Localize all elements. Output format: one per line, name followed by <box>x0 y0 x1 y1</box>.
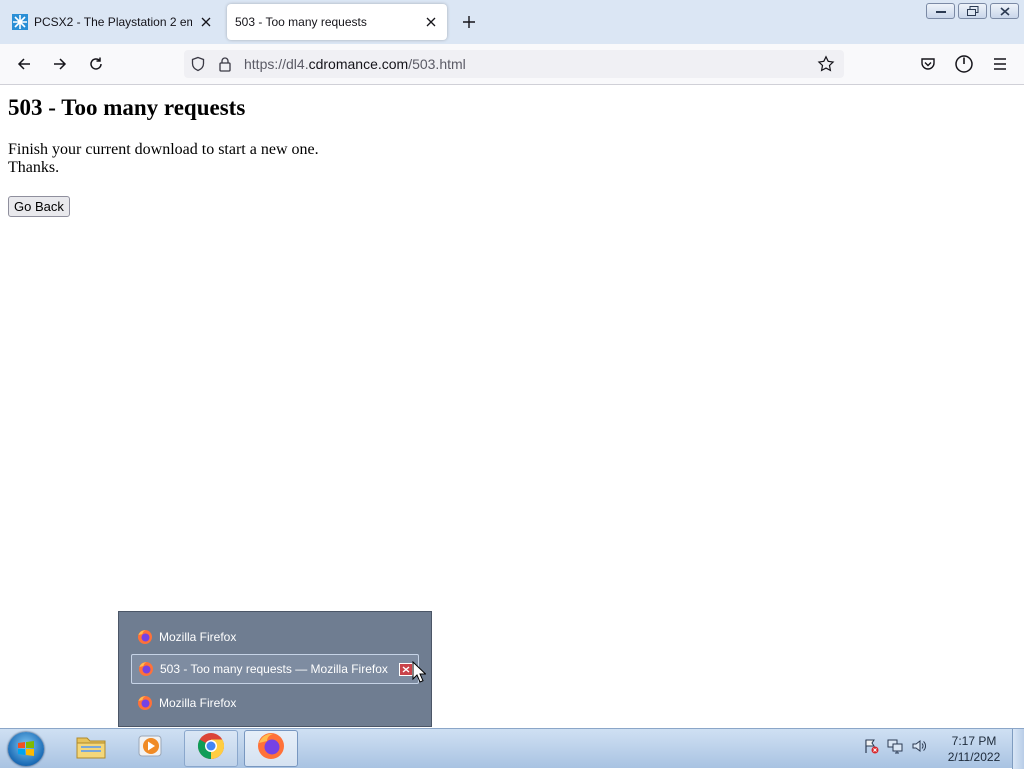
bookmark-star-icon[interactable] <box>817 55 835 78</box>
action-center-icon[interactable] <box>862 737 880 755</box>
navigation-bar: https://dl4.cdromance.com/503.html <box>0 44 1024 85</box>
folder-icon <box>75 732 107 765</box>
close-window-icon[interactable] <box>399 663 413 676</box>
taskbar-clock[interactable]: 7:17 PM 2/11/2022 <box>940 733 1008 765</box>
minimize-button[interactable] <box>926 3 955 19</box>
page-heading: 503 - Too many requests <box>8 95 246 120</box>
lock-icon[interactable] <box>218 56 232 77</box>
tab-title: 503 - Too many requests <box>235 15 367 29</box>
media-player-icon <box>137 732 165 765</box>
pocket-icon[interactable] <box>916 52 940 76</box>
taskbar-window-list: Mozilla Firefox 503 - Too many requests … <box>118 611 432 727</box>
tab-503[interactable]: 503 - Too many requests <box>227 4 447 40</box>
taskbar-firefox[interactable] <box>244 730 298 767</box>
pcsx2-icon <box>12 14 28 30</box>
volume-icon[interactable] <box>910 737 928 755</box>
shield-icon[interactable] <box>190 56 206 77</box>
tab-pcsx2[interactable]: PCSX2 - The Playstation 2 emulator <box>4 4 222 40</box>
url-domain: cdromance.com <box>308 56 409 72</box>
clock-date: 2/11/2022 <box>947 750 1001 764</box>
network-icon[interactable] <box>886 737 904 755</box>
go-back-button[interactable]: Go Back <box>8 196 70 217</box>
taskbar-explorer[interactable] <box>64 730 118 767</box>
url-text[interactable]: https://dl4.cdromance.com/503.html <box>244 56 466 72</box>
tab-title: PCSX2 - The Playstation 2 emulator <box>34 15 192 29</box>
window-list-item-active[interactable]: 503 - Too many requests — Mozilla Firefo… <box>131 654 419 684</box>
taskbar-media-player[interactable] <box>124 730 178 767</box>
url-bar[interactable]: https://dl4.cdromance.com/503.html <box>184 50 844 78</box>
clock-time: 7:17 PM <box>951 734 997 748</box>
close-tab-icon[interactable] <box>198 14 214 30</box>
taskbar-chrome[interactable] <box>184 730 238 767</box>
url-prefix: https://dl4. <box>244 56 309 72</box>
account-icon[interactable] <box>952 52 976 76</box>
window-title: 503 - Too many requests — Mozilla Firefo… <box>160 662 388 676</box>
window-title: Mozilla Firefox <box>159 630 237 644</box>
start-button[interactable] <box>8 732 44 766</box>
new-tab-button[interactable] <box>459 12 479 32</box>
chrome-icon <box>196 731 226 766</box>
firefox-icon <box>138 661 154 677</box>
window-title: Mozilla Firefox <box>159 696 237 710</box>
firefox-icon <box>137 629 153 645</box>
mouse-cursor-icon <box>412 660 427 688</box>
system-tray <box>862 737 928 755</box>
tab-strip: PCSX2 - The Playstation 2 emulator 503 -… <box>0 0 1024 44</box>
window-list-item[interactable]: Mozilla Firefox <box>131 688 419 718</box>
forward-button[interactable] <box>48 52 72 76</box>
reload-button[interactable] <box>84 52 108 76</box>
show-desktop-button[interactable] <box>1012 729 1024 769</box>
close-window-button[interactable] <box>990 3 1019 19</box>
close-tab-icon[interactable] <box>423 14 439 30</box>
window-list-item[interactable]: Mozilla Firefox <box>131 622 419 652</box>
url-path: /503.html <box>408 56 466 72</box>
taskbar: 7:17 PM 2/11/2022 <box>0 728 1024 769</box>
menu-icon[interactable] <box>988 52 1012 76</box>
message-text: Finish your current download to start a … <box>8 141 319 158</box>
back-button[interactable] <box>12 52 36 76</box>
thanks-text: Thanks. <box>8 159 60 176</box>
firefox-icon <box>137 695 153 711</box>
restore-button[interactable] <box>958 3 987 19</box>
firefox-icon <box>256 731 286 766</box>
